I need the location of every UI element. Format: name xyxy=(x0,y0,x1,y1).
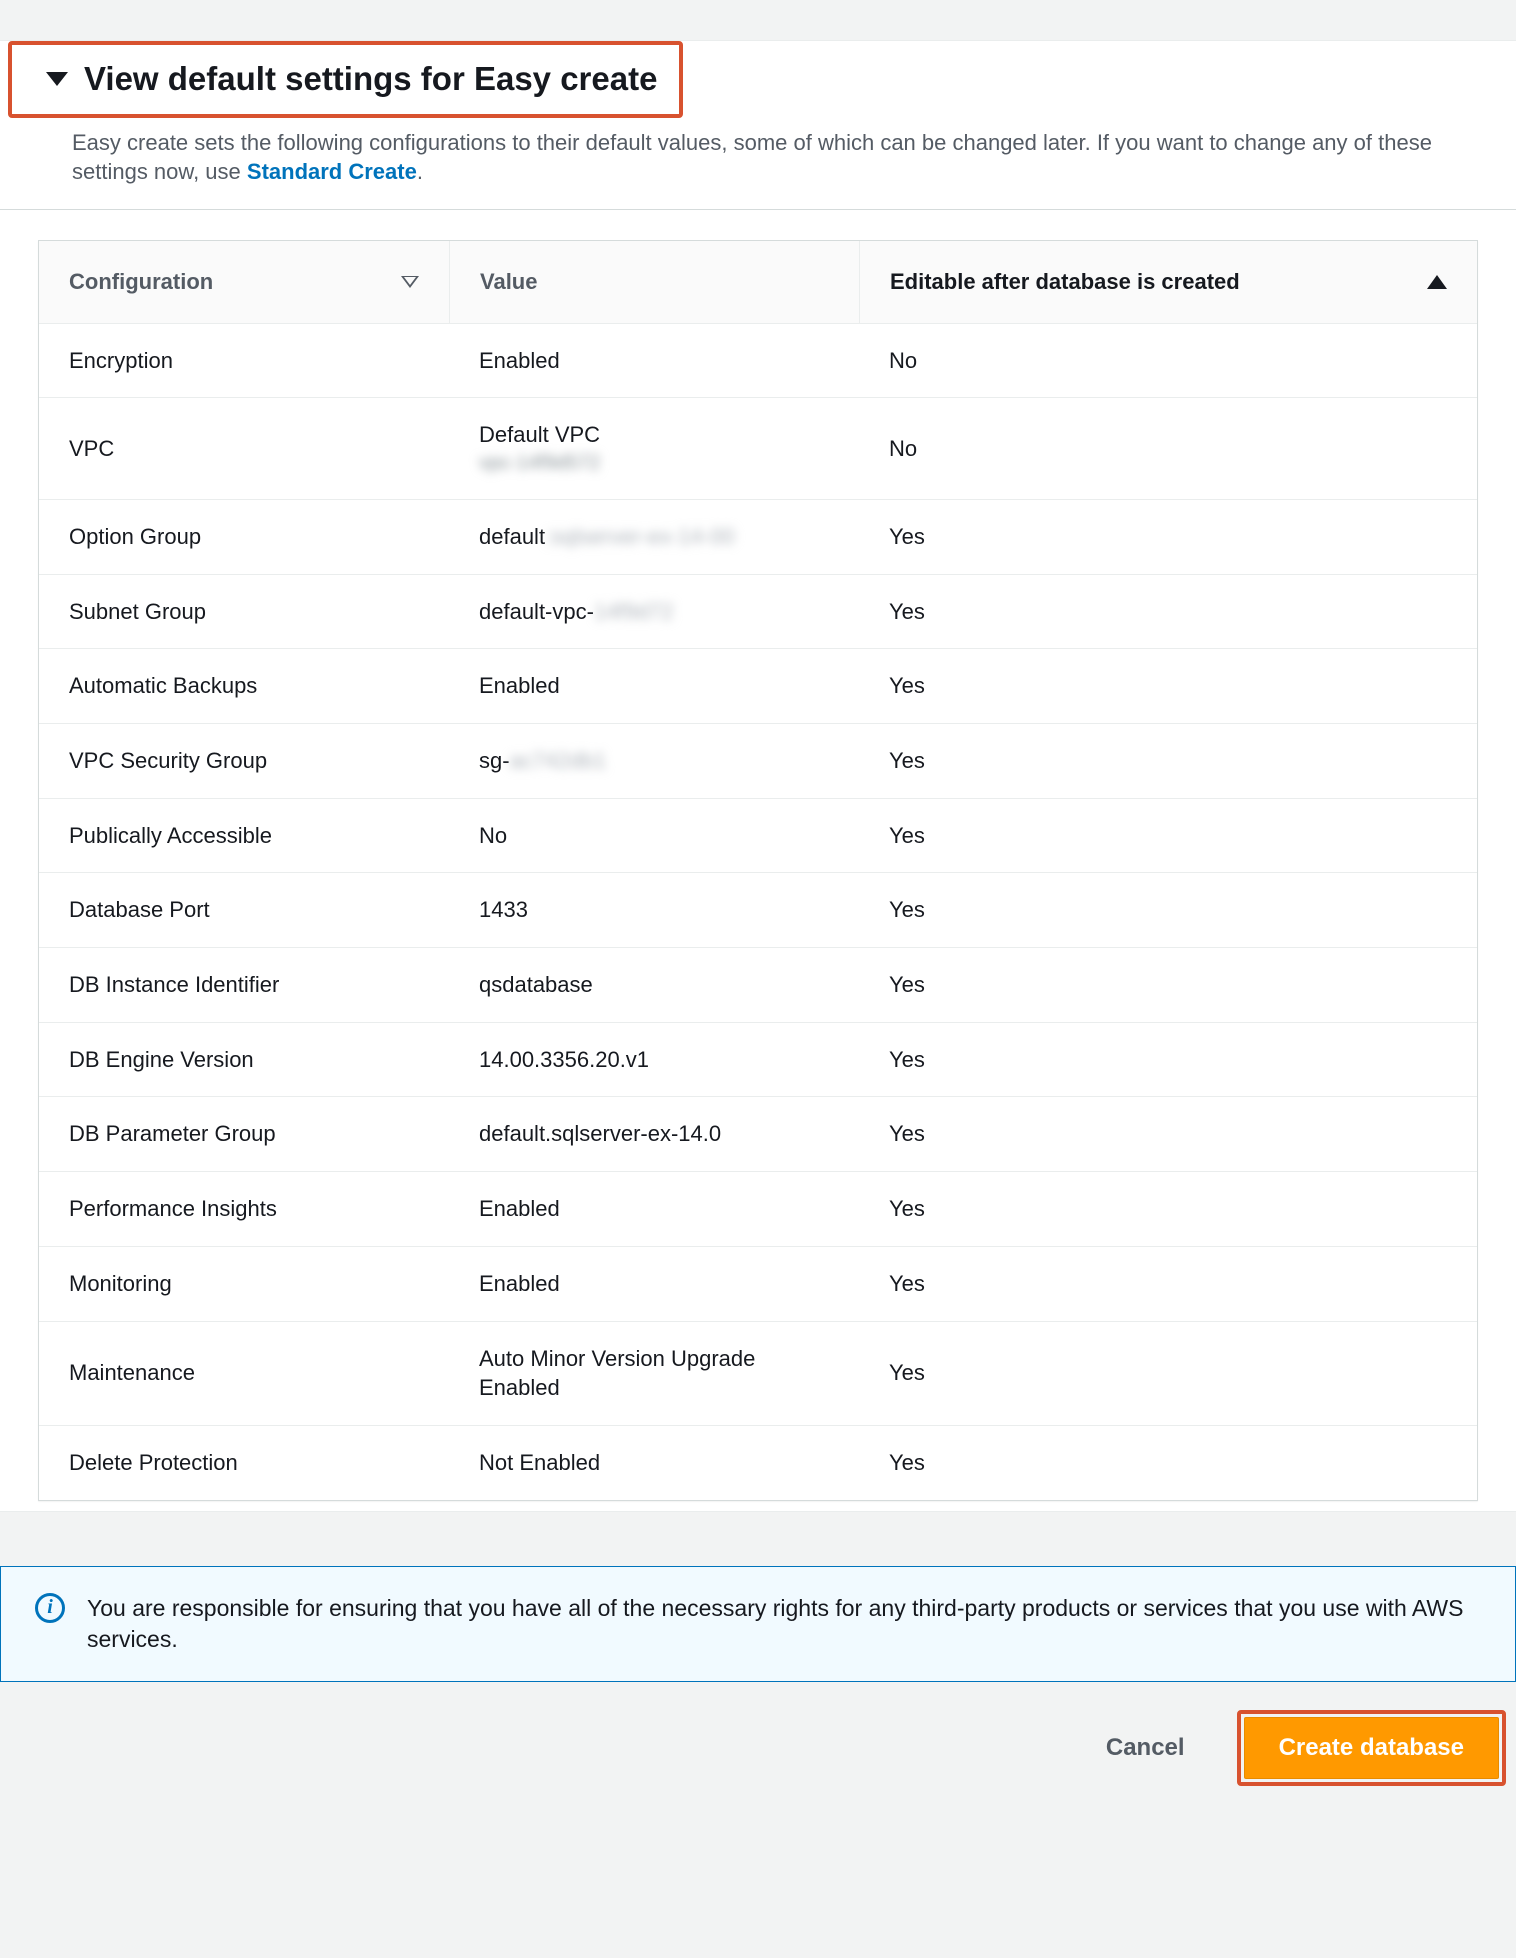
cell-value: Enabled xyxy=(449,1247,859,1321)
cell-value: Enabled xyxy=(449,649,859,723)
cell-configuration: Delete Protection xyxy=(39,1426,449,1500)
cell-editable: Yes xyxy=(859,948,1477,1022)
cell-editable: Yes xyxy=(859,799,1477,873)
section-description: Easy create sets the following configura… xyxy=(0,124,1516,209)
cell-value: Auto Minor Version Upgrade Enabled xyxy=(449,1322,859,1425)
sort-asc-icon xyxy=(1427,275,1447,289)
table-row: Database Port1433Yes xyxy=(39,873,1477,948)
settings-table: Configuration Value Editable after datab… xyxy=(38,240,1478,1501)
info-message: You are responsible for ensuring that yo… xyxy=(87,1593,1481,1655)
cell-value: Enabled xyxy=(449,324,859,398)
cell-configuration: DB Parameter Group xyxy=(39,1097,449,1171)
table-row: Option Groupdefault:sqlserver-ex-14-00Ye… xyxy=(39,500,1477,575)
cell-editable: Yes xyxy=(859,873,1477,947)
standard-create-link[interactable]: Standard Create xyxy=(247,159,417,184)
cell-configuration: VPC xyxy=(39,412,449,486)
cell-configuration: Performance Insights xyxy=(39,1172,449,1246)
cell-value: sg-ac742db1 xyxy=(449,724,859,798)
table-row: Subnet Groupdefault-vpc-14f9d72Yes xyxy=(39,575,1477,650)
cell-editable: Yes xyxy=(859,500,1477,574)
cell-value: default.sqlserver-ex-14.0 xyxy=(449,1097,859,1171)
cell-editable: Yes xyxy=(859,724,1477,798)
table-row: MaintenanceAuto Minor Version Upgrade En… xyxy=(39,1322,1477,1426)
cell-editable: Yes xyxy=(859,575,1477,649)
cancel-button[interactable]: Cancel xyxy=(1076,1716,1215,1780)
table-row: DB Parameter Groupdefault.sqlserver-ex-1… xyxy=(39,1097,1477,1172)
table-row: VPC Security Groupsg-ac742db1Yes xyxy=(39,724,1477,799)
cell-configuration: Database Port xyxy=(39,873,449,947)
info-icon: i xyxy=(35,1593,65,1623)
cell-configuration: Encryption xyxy=(39,324,449,398)
cell-value: 1433 xyxy=(449,873,859,947)
col-configuration[interactable]: Configuration xyxy=(39,241,449,323)
table-row: Performance InsightsEnabledYes xyxy=(39,1172,1477,1247)
cell-configuration: Subnet Group xyxy=(39,575,449,649)
create-database-button[interactable]: Create database xyxy=(1244,1717,1499,1779)
expand-default-settings-toggle[interactable]: View default settings for Easy create xyxy=(8,41,683,118)
cell-value: Not Enabled xyxy=(449,1426,859,1500)
cell-configuration: VPC Security Group xyxy=(39,724,449,798)
section-title: View default settings for Easy create xyxy=(84,45,679,114)
cell-editable: Yes xyxy=(859,649,1477,723)
table-header: Configuration Value Editable after datab… xyxy=(39,241,1477,324)
cell-editable: Yes xyxy=(859,1426,1477,1500)
cell-value: No xyxy=(449,799,859,873)
cell-configuration: Option Group xyxy=(39,500,449,574)
caret-down-icon xyxy=(46,72,68,86)
table-row: Automatic BackupsEnabledYes xyxy=(39,649,1477,724)
cell-editable: Yes xyxy=(859,1172,1477,1246)
cell-configuration: Maintenance xyxy=(39,1336,449,1410)
cell-configuration: Monitoring xyxy=(39,1247,449,1321)
cell-editable: Yes xyxy=(859,1336,1477,1410)
col-value[interactable]: Value xyxy=(449,241,859,323)
create-database-highlight: Create database xyxy=(1237,1710,1506,1786)
cell-configuration: DB Instance Identifier xyxy=(39,948,449,1022)
col-configuration-label: Configuration xyxy=(69,267,213,297)
table-row: Delete ProtectionNot EnabledYes xyxy=(39,1426,1477,1500)
cell-value: default:sqlserver-ex-14-00 xyxy=(449,500,859,574)
col-value-label: Value xyxy=(480,267,537,297)
cell-value: default-vpc-14f9d72 xyxy=(449,575,859,649)
cell-editable: Yes xyxy=(859,1247,1477,1321)
cell-configuration: DB Engine Version xyxy=(39,1023,449,1097)
info-banner: i You are responsible for ensuring that … xyxy=(0,1566,1516,1682)
sort-desc-icon xyxy=(401,276,419,288)
divider xyxy=(0,209,1516,210)
table-row: VPCDefault VPCvpc-14f9d572No xyxy=(39,398,1477,500)
table-row: Publically AccessibleNoYes xyxy=(39,799,1477,874)
cell-editable: No xyxy=(859,412,1477,486)
table-row: EncryptionEnabledNo xyxy=(39,324,1477,399)
col-editable[interactable]: Editable after database is created xyxy=(859,241,1477,323)
col-editable-label: Editable after database is created xyxy=(890,267,1240,297)
table-row: MonitoringEnabledYes xyxy=(39,1247,1477,1322)
cell-value: Default VPCvpc-14f9d572 xyxy=(449,398,859,499)
cell-value: Enabled xyxy=(449,1172,859,1246)
footer: Cancel Create database xyxy=(0,1682,1516,1826)
cell-editable: Yes xyxy=(859,1023,1477,1097)
cell-value: qsdatabase xyxy=(449,948,859,1022)
cell-value: 14.00.3356.20.v1 xyxy=(449,1023,859,1097)
table-row: DB Instance IdentifierqsdatabaseYes xyxy=(39,948,1477,1023)
cell-configuration: Publically Accessible xyxy=(39,799,449,873)
table-row: DB Engine Version14.00.3356.20.v1Yes xyxy=(39,1023,1477,1098)
cell-editable: Yes xyxy=(859,1097,1477,1171)
cell-configuration: Automatic Backups xyxy=(39,649,449,723)
cell-editable: No xyxy=(859,324,1477,398)
